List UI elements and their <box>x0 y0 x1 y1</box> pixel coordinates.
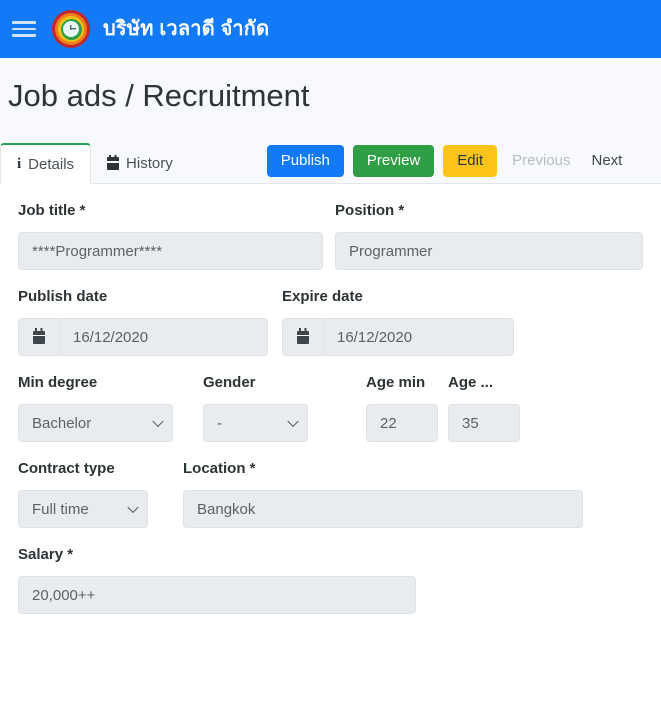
publish-date-input[interactable]: 16/12/2020 <box>60 319 267 355</box>
job-ad-form: Job title * ****Programmer**** Position … <box>0 184 661 614</box>
form-row-demographics: Min degree Bachelor Gender - Age min 22 … <box>18 374 643 442</box>
brand-title: บริษัท เวลาดี จำกัด <box>103 18 270 40</box>
gender-label: Gender <box>203 374 256 391</box>
expire-date-label: Expire date <box>282 288 363 305</box>
tab-history-label: History <box>126 155 173 172</box>
min-degree-value: Bachelor <box>32 414 92 432</box>
publish-date-label: Publish date <box>18 288 108 305</box>
info-icon: i <box>17 155 22 172</box>
job-title-input[interactable]: ****Programmer**** <box>18 232 324 270</box>
form-row-title: Job title * ****Programmer**** Position … <box>18 202 643 270</box>
field-age-max: Age ... 35 <box>448 374 520 442</box>
preview-button[interactable]: Preview <box>352 144 435 177</box>
field-position: Position * Programmer <box>335 202 643 270</box>
age-min-label: Age min <box>366 374 426 391</box>
expire-date-input[interactable]: 16/12/2020 <box>324 319 513 355</box>
min-degree-label: Min degree <box>18 374 98 391</box>
contract-type-label: Contract type <box>18 460 115 477</box>
page-heading-bar: Job ads / Recruitment <box>0 58 661 132</box>
logo-ring-orange <box>55 13 87 45</box>
hamburger-bar <box>12 27 36 31</box>
tab-action-bar: i Details History Publish Preview Edit P… <box>0 132 661 184</box>
publish-date-group: 16/12/2020 <box>18 318 268 356</box>
location-input[interactable]: Bangkok <box>183 490 583 528</box>
clock-logo-icon <box>52 10 90 48</box>
field-publish-date: Publish date 16/12/2020 <box>18 288 268 356</box>
expire-date-group: 16/12/2020 <box>282 318 514 356</box>
field-min-degree: Min degree Bachelor <box>18 374 173 442</box>
chevron-down-icon <box>287 415 299 428</box>
edit-button[interactable]: Edit <box>443 144 498 177</box>
gender-value: - <box>217 414 222 432</box>
tab-details-label: Details <box>28 155 75 173</box>
field-expire-date: Expire date 16/12/2020 <box>282 288 514 356</box>
chevron-down-icon <box>152 415 164 428</box>
action-button-group: Publish Preview Edit Previous Next <box>266 144 629 185</box>
hamburger-bar <box>12 34 36 37</box>
app-header: บริษัท เวลาดี จำกัด <box>0 0 661 58</box>
field-job-title: Job title * ****Programmer**** <box>18 202 324 270</box>
previous-button: Previous <box>506 145 576 178</box>
logo-ring-green <box>60 18 82 40</box>
min-degree-select[interactable]: Bachelor <box>18 404 173 442</box>
position-label: Position * <box>335 202 405 219</box>
gender-select[interactable]: - <box>203 404 308 442</box>
job-title-label: Job title * <box>18 202 86 219</box>
logo-clock-face <box>63 21 79 37</box>
field-contract-type: Contract type Full time <box>18 460 148 528</box>
field-gender: Gender - <box>203 374 308 442</box>
salary-label: Salary * <box>18 546 74 563</box>
field-location: Location * Bangkok <box>183 460 583 528</box>
hamburger-icon[interactable] <box>12 18 38 40</box>
hamburger-bar <box>12 21 36 24</box>
form-row-salary: Salary * 20,000++ <box>18 546 643 614</box>
location-label: Location * <box>183 460 256 477</box>
contract-type-select[interactable]: Full time <box>18 490 148 528</box>
calendar-icon[interactable] <box>19 319 60 355</box>
field-salary: Salary * 20,000++ <box>18 546 416 614</box>
position-input[interactable]: Programmer <box>335 232 643 270</box>
salary-input[interactable]: 20,000++ <box>18 576 416 614</box>
age-min-input[interactable]: 22 <box>366 404 438 442</box>
page-title: Job ads / Recruitment <box>8 77 310 113</box>
next-button[interactable]: Next <box>585 145 628 178</box>
tab-history[interactable]: History <box>91 143 189 184</box>
field-age-min: Age min 22 <box>366 374 438 442</box>
form-row-dates: Publish date 16/12/2020 Expire date 16/1… <box>18 288 643 356</box>
age-max-label: Age ... <box>448 374 494 391</box>
logo-ring-yellow <box>58 16 84 42</box>
chevron-down-icon <box>127 501 139 514</box>
publish-button[interactable]: Publish <box>266 144 344 177</box>
age-max-input[interactable]: 35 <box>448 404 520 442</box>
form-row-contract: Contract type Full time Location * Bangk… <box>18 460 643 528</box>
calendar-icon[interactable] <box>283 319 324 355</box>
tab-details[interactable]: i Details <box>0 143 92 184</box>
contract-type-value: Full time <box>32 500 89 518</box>
calendar-icon <box>107 154 120 170</box>
